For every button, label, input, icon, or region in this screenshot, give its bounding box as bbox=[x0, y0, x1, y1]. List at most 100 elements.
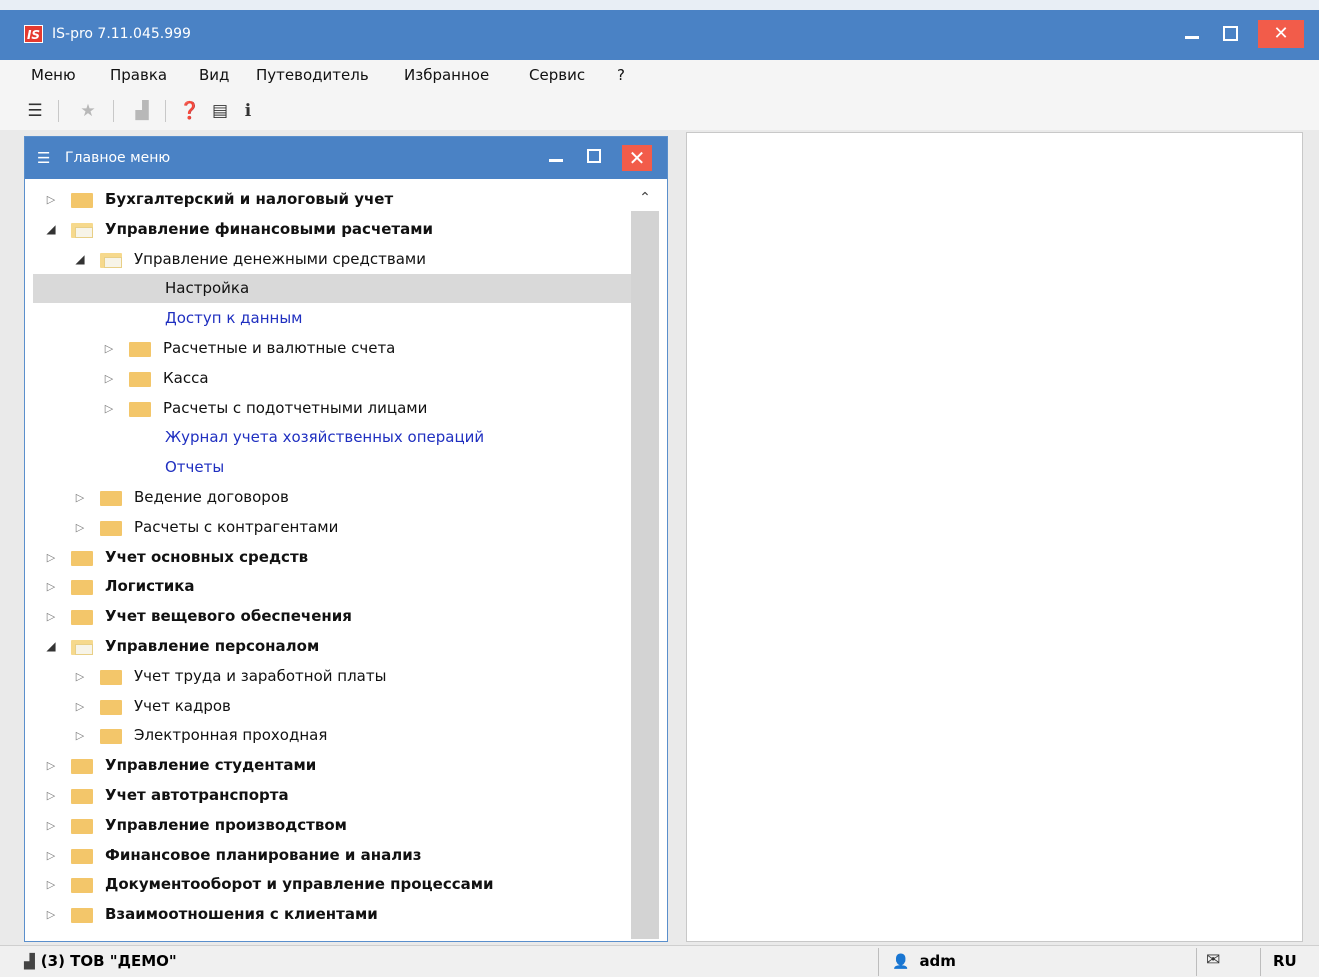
menu-item-menu[interactable]: Меню bbox=[31, 66, 76, 84]
tree-item[interactable]: ▷ Документооборот и управление процессами bbox=[33, 870, 631, 899]
help-icon[interactable]: ❓ bbox=[179, 100, 201, 122]
tree-item[interactable]: ▷ Управление производством bbox=[33, 811, 631, 840]
collapsed-arrow-icon[interactable]: ▷ bbox=[45, 751, 57, 780]
tree-item[interactable]: ▷ Управление студентами bbox=[33, 751, 631, 780]
collapsed-arrow-icon[interactable]: ▷ bbox=[45, 781, 57, 810]
tree-item[interactable]: ▷ Касса bbox=[33, 364, 631, 393]
user-name: adm bbox=[919, 952, 956, 970]
expanded-arrow-icon[interactable]: ◢ bbox=[45, 215, 57, 244]
collapsed-arrow-icon[interactable]: ▷ bbox=[74, 483, 86, 512]
organization-icon: ▟ bbox=[24, 954, 35, 970]
collapsed-arrow-icon[interactable]: ▷ bbox=[103, 394, 115, 423]
tree-item-label: Управление персоналом bbox=[105, 637, 320, 655]
collapsed-arrow-icon[interactable]: ▷ bbox=[45, 870, 57, 899]
scroll-up-icon[interactable]: ⌃ bbox=[631, 185, 659, 211]
tree-item[interactable]: ▷ Ведение договоров bbox=[33, 483, 631, 512]
favorites-star-icon[interactable]: ★ bbox=[77, 100, 99, 122]
expanded-arrow-icon[interactable]: ◢ bbox=[74, 245, 86, 274]
panel-close-button[interactable]: ✕ bbox=[622, 145, 652, 171]
tree-item[interactable]: ▷ Учет автотранспорта bbox=[33, 781, 631, 810]
minimize-button[interactable] bbox=[1175, 20, 1209, 48]
tree-item[interactable]: Настройка bbox=[33, 274, 631, 304]
collapsed-arrow-icon[interactable]: ▷ bbox=[103, 334, 115, 363]
tree-item-label: Управление производством bbox=[105, 815, 347, 834]
status-organization[interactable]: ▟ (3) ТОВ "ДЕМО" bbox=[24, 952, 177, 970]
menu-item-service[interactable]: Сервис bbox=[529, 66, 585, 84]
tree-item[interactable]: ◢ Управление денежными средствами bbox=[33, 245, 631, 274]
folder-open-icon bbox=[71, 222, 93, 238]
maximize-icon bbox=[1222, 26, 1238, 41]
collapsed-arrow-icon[interactable]: ▷ bbox=[45, 185, 57, 214]
tree-item[interactable]: ▷ Расчеты с контрагентами bbox=[33, 513, 631, 542]
tree-item-label: Управление денежными средствами bbox=[134, 249, 426, 268]
title-bar-background bbox=[0, 10, 1319, 60]
mail-icon[interactable]: ✉ bbox=[1206, 950, 1220, 970]
status-user[interactable]: 👤 adm bbox=[892, 952, 956, 970]
chart-icon[interactable]: ▟ bbox=[131, 100, 153, 122]
panel-minimize-button[interactable] bbox=[540, 145, 572, 171]
collapsed-arrow-icon[interactable]: ▷ bbox=[45, 572, 57, 601]
maximize-button[interactable] bbox=[1213, 20, 1247, 48]
tree-item[interactable]: Доступ к данным bbox=[33, 304, 631, 333]
tree-item-label: Финансовое планирование и анализ bbox=[105, 845, 422, 864]
menu-item-help[interactable]: ? bbox=[617, 66, 625, 84]
tree-item-label: Электронная проходная bbox=[134, 726, 328, 745]
close-button[interactable]: ✕ bbox=[1258, 20, 1304, 48]
tree-item[interactable]: ▷ Учет кадров bbox=[33, 692, 631, 721]
tree-item[interactable]: ▷ Учет труда и заработной платы bbox=[33, 662, 631, 691]
scrollbar-thumb[interactable] bbox=[631, 211, 659, 939]
menu-item-edit[interactable]: Правка bbox=[110, 66, 167, 84]
collapsed-arrow-icon[interactable]: ▷ bbox=[45, 543, 57, 572]
doc-info-icon[interactable]: ▤ bbox=[209, 100, 231, 122]
main-menu-window: ☰ Главное меню ✕ ▷ Бухгалтерский и налого… bbox=[24, 136, 668, 942]
expanded-arrow-icon[interactable]: ◢ bbox=[45, 632, 57, 661]
app-logo-icon: IS bbox=[24, 25, 43, 43]
folder-icon bbox=[100, 491, 122, 506]
tree-item[interactable]: ◢ Управление персоналом bbox=[33, 632, 631, 661]
tree-item[interactable]: ◢ Управление финансовыми расчетами bbox=[33, 215, 631, 244]
tree-item[interactable]: ▷ Расчетные и валютные счета bbox=[33, 334, 631, 363]
vertical-scrollbar[interactable]: ⌃ bbox=[631, 185, 659, 939]
collapsed-arrow-icon[interactable]: ▷ bbox=[74, 721, 86, 750]
folder-icon bbox=[71, 789, 93, 804]
tree-item[interactable]: ▷ Бухгалтерский и налоговый учет bbox=[33, 185, 631, 214]
tree-item-label: Расчеты с подотчетными лицами bbox=[163, 398, 428, 417]
menu-item-guide[interactable]: Путеводитель bbox=[256, 66, 369, 84]
tree-item[interactable]: ▷ Учет основных средств bbox=[33, 543, 631, 572]
panel-maximize-button[interactable] bbox=[578, 145, 610, 171]
collapsed-arrow-icon[interactable]: ▷ bbox=[74, 513, 86, 542]
maximize-icon bbox=[587, 149, 601, 163]
tree-item-label: Настройка bbox=[165, 279, 250, 298]
tree-item[interactable]: ▷ Финансовое планирование и анализ bbox=[33, 841, 631, 870]
folder-open-icon bbox=[100, 252, 122, 268]
tree-item-label: Логистика bbox=[105, 577, 195, 596]
tree-item[interactable]: Отчеты bbox=[33, 453, 631, 482]
tree-item[interactable]: ▷ Взаимоотношения с клиентами bbox=[33, 900, 631, 929]
tree-item[interactable]: ▷ Электронная проходная bbox=[33, 721, 631, 750]
language-indicator[interactable]: RU bbox=[1273, 952, 1297, 970]
tree-item-label: Расчетные и валютные счета bbox=[163, 339, 396, 357]
collapsed-arrow-icon[interactable]: ▷ bbox=[45, 602, 57, 631]
status-separator bbox=[878, 948, 879, 976]
collapsed-arrow-icon[interactable]: ▷ bbox=[74, 692, 86, 721]
tree-item-label: Расчеты с контрагентами bbox=[134, 517, 339, 536]
tree-item[interactable]: ▷ Расчеты с подотчетными лицами bbox=[33, 394, 631, 423]
collapsed-arrow-icon[interactable]: ▷ bbox=[45, 900, 57, 929]
tree-item[interactable]: ▷ Учет вещевого обеспечения bbox=[33, 602, 631, 631]
menu-item-favorites[interactable]: Избранное bbox=[404, 66, 489, 84]
folder-icon bbox=[100, 729, 122, 745]
collapsed-arrow-icon[interactable]: ▷ bbox=[103, 364, 115, 393]
collapsed-arrow-icon[interactable]: ▷ bbox=[45, 841, 57, 870]
info-icon[interactable]: ℹ bbox=[237, 100, 259, 122]
collapsed-arrow-icon[interactable]: ▷ bbox=[45, 811, 57, 840]
menu-item-view[interactable]: Вид bbox=[199, 66, 229, 84]
tree-item[interactable]: ▷ Логистика bbox=[33, 572, 631, 601]
folder-icon bbox=[71, 580, 93, 596]
minimize-icon bbox=[1185, 36, 1199, 39]
folder-icon bbox=[71, 550, 93, 566]
main-menu-icon[interactable]: ☰ bbox=[24, 100, 46, 122]
folder-open-icon bbox=[71, 640, 93, 655]
tree-item[interactable]: Журнал учета хозяйственных операций bbox=[33, 423, 631, 452]
collapsed-arrow-icon[interactable]: ▷ bbox=[74, 662, 86, 691]
folder-icon bbox=[71, 878, 93, 894]
